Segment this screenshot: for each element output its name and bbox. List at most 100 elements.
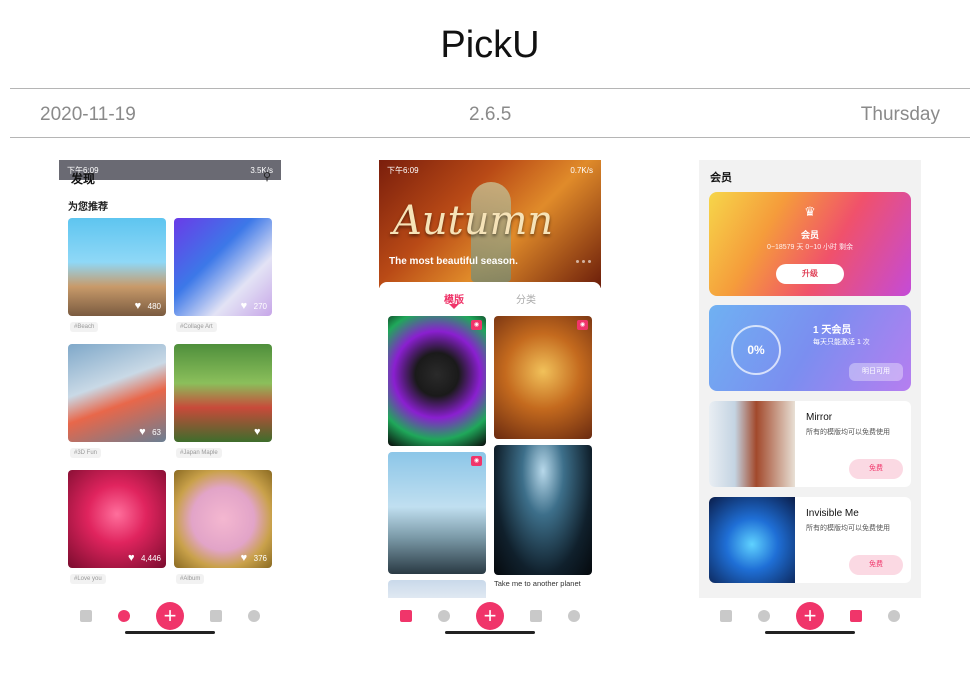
version-label: 2.6.5	[469, 104, 512, 125]
upgrade-button[interactable]: 升级	[776, 264, 844, 284]
love-you-image: ♥ 4,446	[68, 470, 166, 568]
template-column-left: ◉ ◉	[388, 316, 486, 610]
like-count[interactable]: ♥ 4,446	[127, 552, 161, 564]
vip-nav-icon[interactable]	[210, 610, 222, 622]
like-count[interactable]: ♥	[254, 426, 267, 438]
templates-screen: Autumn The most beautiful season. 下午6:09…	[379, 160, 601, 640]
page-title: 会员	[710, 172, 732, 184]
template-item-mirror[interactable]: Mirror 所有的模版均可以免费使用 免费	[709, 401, 911, 487]
vip-nav-icon[interactable]	[530, 610, 542, 622]
tag-label[interactable]: #Collage Art	[176, 322, 217, 332]
recommend-grid: ♥ 480 #Beach ♥ 270 #Collage Art ♥ 63 #3D Fu…	[68, 218, 272, 596]
bottom-divider	[10, 137, 970, 138]
template-desc: 所有的模版均可以免费使用	[806, 429, 890, 436]
tomorrow-button[interactable]: 明日可用	[849, 363, 903, 381]
vip-name: 会员	[800, 230, 819, 240]
beach-image: ♥ 480	[68, 218, 166, 316]
camera-icon: ◉	[577, 320, 588, 330]
membership-screen: 会员 ♛ 会员 0−18579 天 0−10 小时 剩余 升级 0% 1 天会员…	[699, 160, 921, 640]
list-item[interactable]: ♥ 480 #Beach	[68, 218, 166, 332]
weekday-label: Thursday	[860, 104, 940, 125]
3d-fun-image: ♥ 63	[68, 344, 166, 442]
template-thumbnail	[709, 401, 795, 487]
top-divider	[10, 88, 970, 89]
heart-icon: ♥	[134, 300, 142, 312]
collage-art-image: ♥ 270	[174, 218, 272, 316]
vip-card: ♛ 会员 0−18579 天 0−10 小时 剩余 升级	[709, 192, 911, 296]
list-item[interactable]: ♥ #Japan Maple	[174, 344, 272, 458]
template-caption: Take me to another planet	[494, 579, 581, 588]
templates-nav-icon[interactable]	[400, 610, 412, 622]
tab-categories[interactable]: 分类	[516, 291, 536, 312]
heart-icon: ♥	[240, 300, 248, 312]
tag-label[interactable]: #Album	[176, 574, 205, 584]
create-button[interactable]: +	[156, 602, 184, 630]
template-desc: 所有的模版均可以免费使用	[806, 525, 890, 532]
heart-icon: ♥	[127, 552, 135, 564]
day-pass-card: 0% 1 天会员 每天只能激活 1 次 明日可用	[709, 305, 911, 391]
vip-remaining: 0−18579 天 0−10 小时 剩余	[767, 244, 853, 251]
templates-nav-icon[interactable]	[720, 610, 732, 622]
like-count[interactable]: ♥ 480	[134, 300, 161, 312]
list-item[interactable]: ♥ 376 #Album	[174, 470, 272, 584]
create-button[interactable]: +	[476, 602, 504, 630]
like-count[interactable]: ♥ 270	[240, 300, 267, 312]
heart-icon: ♥	[254, 426, 261, 438]
page-title: 发现	[71, 172, 96, 186]
tab-bar: 模版 分类	[379, 282, 601, 312]
template-card[interactable]: ◉	[494, 316, 592, 439]
date-label: 2020-11-19	[40, 104, 136, 125]
template-card[interactable]	[494, 445, 592, 575]
free-button[interactable]: 免费	[849, 555, 903, 575]
japan-maple-image: ♥	[174, 344, 272, 442]
status-bar: 下午6:09 0.7K/s	[379, 160, 601, 180]
profile-nav-icon[interactable]	[888, 610, 900, 622]
banner-caption: The most beautiful season.	[389, 256, 518, 267]
template-column-right: ◉ Take me to another planet	[494, 316, 592, 588]
discover-nav-icon[interactable]	[118, 610, 130, 622]
home-indicator	[125, 631, 215, 634]
list-item[interactable]: ♥ 270 #Collage Art	[174, 218, 272, 332]
template-name: Mirror	[806, 412, 833, 423]
profile-nav-icon[interactable]	[568, 610, 580, 622]
like-count[interactable]: ♥ 376	[240, 552, 267, 564]
discover-screen: 下午6:09 3.5K/s 发现 ⚲ 为您推荐 ♥ 480 #Beach ♥ 270…	[59, 160, 281, 640]
tag-label[interactable]: #Japan Maple	[176, 448, 222, 458]
profile-nav-icon[interactable]	[248, 610, 260, 622]
template-item-invisible-me[interactable]: Invisible Me 所有的模版均可以免费使用 免费	[709, 497, 911, 583]
search-icon[interactable]: ⚲	[263, 170, 271, 183]
crown-icon: ♛	[804, 204, 816, 219]
album-image: ♥ 376	[174, 470, 272, 568]
banner-title: Autumn	[393, 198, 554, 244]
tab-templates[interactable]: 模版	[444, 291, 464, 312]
app-title: PickU	[440, 24, 540, 66]
section-title: 为您推荐	[68, 202, 108, 213]
discover-nav-icon[interactable]	[438, 610, 450, 622]
vip-nav-icon[interactable]	[850, 610, 862, 622]
status-time: 下午6:09	[387, 165, 419, 175]
template-thumbnail	[709, 497, 795, 583]
status-network: 0.7K/s	[570, 165, 593, 175]
camera-icon: ◉	[471, 456, 482, 466]
tag-label[interactable]: #3D Fun	[70, 448, 102, 458]
day-pass-desc: 每天只能激活 1 次	[813, 339, 870, 346]
templates-nav-icon[interactable]	[80, 610, 92, 622]
template-card[interactable]: ◉	[388, 452, 486, 574]
heart-icon: ♥	[240, 552, 248, 564]
day-pass-title: 1 天会员	[813, 325, 852, 336]
list-item[interactable]: ♥ 4,446 #Love you	[68, 470, 166, 584]
list-item[interactable]: ♥ 63 #3D Fun	[68, 344, 166, 458]
discover-nav-icon[interactable]	[758, 610, 770, 622]
home-indicator	[445, 631, 535, 634]
progress-ring: 0%	[731, 325, 781, 375]
create-button[interactable]: +	[796, 602, 824, 630]
tag-label[interactable]: #Love you	[70, 574, 106, 584]
tag-label[interactable]: #Beach	[70, 322, 99, 332]
home-indicator	[765, 631, 855, 634]
like-count[interactable]: ♥ 63	[139, 427, 161, 438]
banner-pager	[576, 260, 591, 263]
template-card[interactable]: ◉	[388, 316, 486, 446]
template-name: Invisible Me	[806, 508, 859, 519]
camera-icon: ◉	[471, 320, 482, 330]
free-button[interactable]: 免费	[849, 459, 903, 479]
